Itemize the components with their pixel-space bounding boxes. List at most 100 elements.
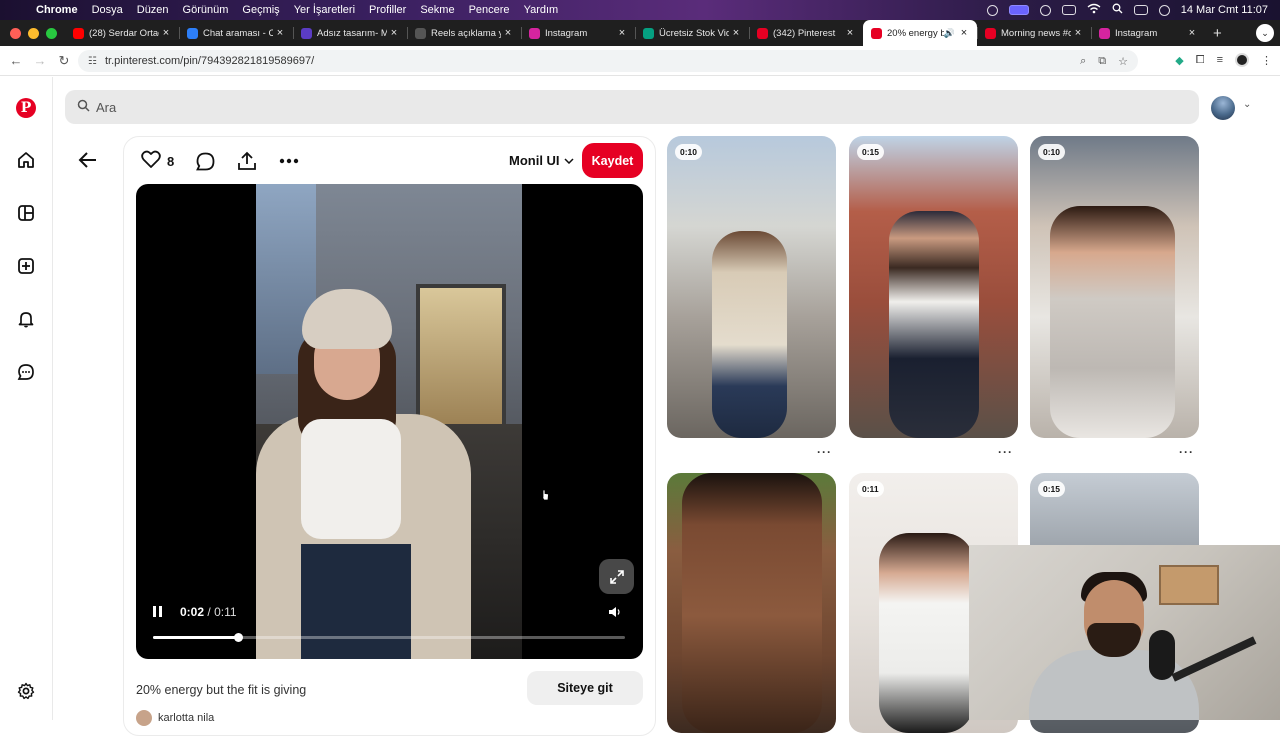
menubar-clock[interactable]: 14 Mar Cmt 11:07 — [1181, 4, 1268, 16]
related-pin-4[interactable] — [667, 473, 836, 733]
more-options-icon[interactable] — [279, 158, 299, 164]
reload-icon[interactable]: ↻ — [52, 53, 76, 69]
close-tab-icon[interactable]: × — [729, 27, 743, 39]
tab-title[interactable]: 20% energy b — [887, 28, 944, 39]
close-window-button[interactable] — [10, 27, 21, 39]
menu-gecmis[interactable]: Geçmiş — [242, 4, 279, 16]
tab-search-button[interactable]: ⌄ — [1256, 24, 1274, 42]
tab-title[interactable]: Instagram — [545, 28, 615, 39]
browser-tab[interactable]: (342) Pinterest × — [749, 20, 863, 46]
browser-tab[interactable]: Adsız tasarım- M × — [293, 20, 407, 46]
share-icon[interactable] — [237, 151, 257, 171]
browser-tab[interactable]: Morning news #o × — [977, 20, 1091, 46]
messages-icon[interactable] — [14, 360, 38, 384]
menu-duzen[interactable]: Düzen — [137, 4, 169, 16]
spotlight-search-icon[interactable] — [1112, 3, 1123, 17]
related-pin-2[interactable]: 0:15 — [849, 136, 1018, 438]
related-pin-3[interactable]: 0:10 — [1030, 136, 1199, 438]
close-tab-icon[interactable]: × — [501, 27, 515, 39]
chrome-menu-icon[interactable]: ⋮ — [1261, 54, 1272, 67]
browser-tab[interactable]: (28) Serdar Ortaç × — [65, 20, 179, 46]
zoom-icon[interactable]: ⌕ — [1080, 55, 1086, 68]
pause-icon[interactable] — [153, 604, 167, 618]
tab-title[interactable]: Ücretsiz Stok Vid — [659, 28, 729, 39]
volume-icon[interactable] — [608, 605, 622, 623]
search-input[interactable]: Ara — [96, 100, 116, 115]
control-center-icon[interactable] — [1133, 5, 1148, 15]
extension-icon[interactable]: ◆ — [1175, 54, 1183, 67]
reading-list-icon[interactable]: ≡ — [1217, 54, 1223, 66]
pinterest-logo-icon[interactable]: P — [14, 96, 38, 120]
search-bar[interactable]: Ara — [65, 90, 1199, 124]
close-tab-icon[interactable]: × — [1071, 27, 1085, 39]
pin-author[interactable]: karlotta nila — [136, 710, 214, 726]
install-app-icon[interactable]: ⧉ — [1098, 55, 1106, 68]
tab-audio-icon[interactable]: 🔊 — [944, 28, 955, 39]
menu-yer-isaretleri[interactable]: Yer İşaretleri — [294, 4, 355, 16]
home-icon[interactable] — [14, 148, 38, 172]
wifi-icon[interactable] — [1087, 3, 1101, 17]
menu-pencere[interactable]: Pencere — [469, 4, 510, 16]
site-info-icon[interactable]: ☷ — [88, 56, 97, 67]
close-tab-icon[interactable]: × — [273, 27, 287, 39]
profile-avatar[interactable] — [1235, 53, 1249, 67]
address-bar[interactable]: ☷ tr.pinterest.com/pin/79439282181958969… — [78, 50, 1138, 72]
author-avatar[interactable] — [136, 710, 152, 726]
close-tab-icon[interactable]: × — [615, 27, 629, 39]
menu-sekme[interactable]: Sekme — [420, 4, 454, 16]
menu-dosya[interactable]: Dosya — [92, 4, 123, 16]
close-tab-icon[interactable]: × — [387, 27, 401, 39]
back-arrow-icon[interactable]: ← — [4, 53, 28, 68]
browser-tab[interactable]: Instagram × — [521, 20, 635, 46]
more-options-icon[interactable]: ··· — [1179, 445, 1194, 459]
close-tab-icon[interactable]: × — [159, 27, 173, 39]
tab-title[interactable]: Instagram — [1115, 28, 1185, 39]
new-tab-button[interactable]: + — [1213, 25, 1222, 42]
tab-title[interactable]: (342) Pinterest — [773, 28, 843, 39]
browser-tab[interactable]: Reels açıklama ya × — [407, 20, 521, 46]
tab-title[interactable]: Adsız tasarım- M — [317, 28, 387, 39]
more-options-icon[interactable]: ··· — [817, 445, 832, 459]
browser-tab[interactable]: Instagram × — [1091, 20, 1205, 46]
browser-tab[interactable]: Chat araması - Co × — [179, 20, 293, 46]
forward-arrow-icon[interactable]: → — [28, 53, 52, 68]
explore-icon[interactable] — [14, 201, 38, 225]
related-pin-1[interactable]: 0:10 — [667, 136, 836, 438]
comment-icon[interactable] — [196, 152, 215, 171]
browser-tab[interactable]: 20% energy b 🔊 × — [863, 20, 977, 46]
author-name[interactable]: karlotta nila — [158, 712, 214, 724]
board-selector[interactable]: Monil UI — [509, 153, 574, 168]
status-icon-2[interactable] — [1039, 4, 1051, 16]
close-tab-icon[interactable]: × — [1185, 27, 1199, 39]
battery-icon[interactable] — [1061, 5, 1076, 15]
extensions-puzzle-icon[interactable]: ⧠ — [1196, 54, 1205, 67]
video-player[interactable]: 0:02 / 0:11 — [136, 184, 643, 659]
tab-title[interactable]: (28) Serdar Ortaç — [89, 28, 159, 39]
tab-title[interactable]: Reels açıklama ya — [431, 28, 501, 39]
minimize-window-button[interactable] — [28, 27, 39, 39]
tab-title[interactable]: Chat araması - Co — [203, 28, 273, 39]
create-icon[interactable] — [14, 254, 38, 278]
menu-app-name[interactable]: Chrome — [36, 4, 78, 16]
video-progress-track[interactable] — [153, 633, 625, 642]
close-tab-icon[interactable]: × — [957, 27, 971, 39]
video-progress-handle[interactable] — [233, 633, 243, 642]
visit-site-button[interactable]: Siteye git — [527, 671, 643, 705]
settings-gear-icon[interactable] — [14, 679, 38, 703]
browser-tab[interactable]: Ücretsiz Stok Vid × — [635, 20, 749, 46]
heart-icon[interactable] — [141, 150, 161, 173]
fullscreen-expand-icon[interactable] — [599, 559, 634, 594]
close-tab-icon[interactable]: × — [843, 27, 857, 39]
account-chevron-down-icon[interactable]: ⌄ — [1243, 99, 1251, 110]
tab-title[interactable]: Morning news #o — [1001, 28, 1071, 39]
back-arrow-button[interactable] — [76, 148, 100, 172]
status-icon-1[interactable] — [986, 4, 998, 16]
address-url[interactable]: tr.pinterest.com/pin/794392821819589697/ — [105, 55, 314, 67]
menu-profiller[interactable]: Profiller — [369, 4, 406, 16]
more-options-icon[interactable]: ··· — [998, 445, 1013, 459]
siri-icon[interactable] — [1158, 4, 1170, 16]
notifications-bell-icon[interactable] — [14, 307, 38, 331]
user-avatar[interactable] — [1211, 96, 1235, 120]
bookmark-star-icon[interactable]: ☆ — [1118, 55, 1128, 68]
save-button[interactable]: Kaydet — [582, 143, 643, 178]
